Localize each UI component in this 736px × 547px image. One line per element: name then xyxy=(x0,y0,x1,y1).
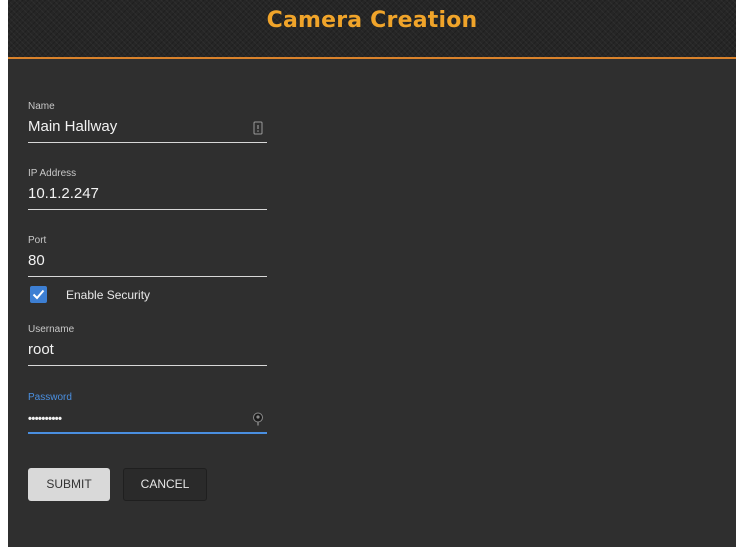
password-label: Password xyxy=(28,392,72,403)
dialog-title: Camera Creation xyxy=(266,8,478,33)
camera-creation-dialog: Camera Creation Name Main Hallway IP Add… xyxy=(8,0,736,547)
ip-address-field[interactable]: IP Address 10.1.2.247 xyxy=(28,168,267,214)
username-label: Username xyxy=(28,324,75,335)
name-input[interactable]: Main Hallway xyxy=(28,118,117,135)
checkmark-icon xyxy=(32,289,45,300)
name-underline xyxy=(28,142,267,143)
username-field[interactable]: Username root xyxy=(28,324,267,370)
username-input[interactable]: root xyxy=(28,341,54,358)
port-field[interactable]: Port 80 xyxy=(28,235,267,281)
password-input[interactable]: •••••••••• xyxy=(28,413,62,425)
password-underline xyxy=(28,432,267,434)
password-field[interactable]: Password •••••••••• xyxy=(28,392,267,438)
title-bar: Camera Creation xyxy=(8,0,736,59)
username-underline xyxy=(28,365,267,366)
ip-address-label: IP Address xyxy=(28,168,77,179)
enable-security-checkbox[interactable] xyxy=(30,286,47,303)
port-underline xyxy=(28,276,267,277)
name-label: Name xyxy=(28,101,55,112)
cancel-button[interactable]: CANCEL xyxy=(123,468,207,501)
enable-security-label: Enable Security xyxy=(66,288,151,302)
form-fill-icon[interactable] xyxy=(251,121,265,135)
key-icon[interactable] xyxy=(251,412,265,426)
port-input[interactable]: 80 xyxy=(28,252,45,269)
ip-address-input[interactable]: 10.1.2.247 xyxy=(28,185,99,202)
name-field[interactable]: Name Main Hallway xyxy=(28,101,267,147)
port-label: Port xyxy=(28,235,47,246)
ip-address-underline xyxy=(28,209,267,210)
submit-button[interactable]: SUBMIT xyxy=(28,468,110,501)
